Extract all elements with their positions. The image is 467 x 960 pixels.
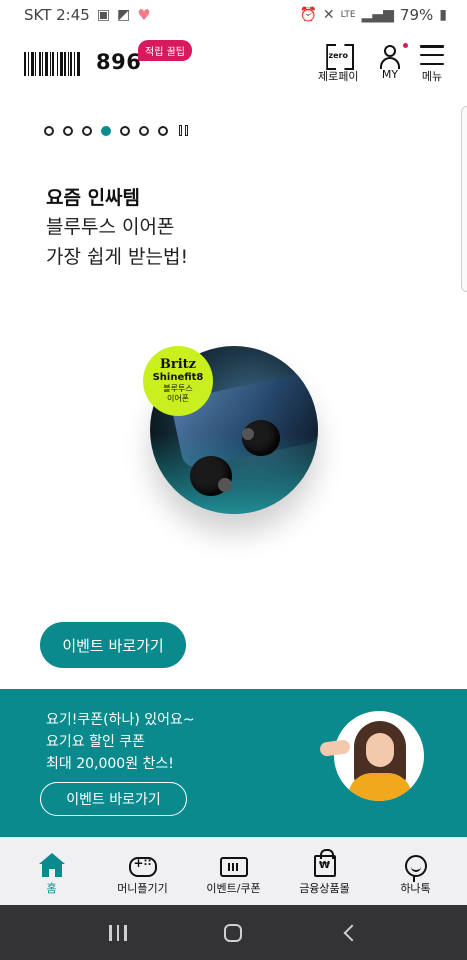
carousel-dot[interactable] — [101, 125, 111, 136]
mute-icon: ✕ — [322, 7, 335, 23]
gamepad-icon — [128, 856, 157, 877]
nav-item-finance-mall[interactable]: ₩ 금융상품몰 — [282, 847, 368, 896]
badge-model: Shinefit8 — [152, 372, 204, 383]
ticket-icon — [219, 856, 248, 877]
hamburger-icon — [420, 45, 444, 65]
back-icon — [343, 924, 361, 941]
chat-icon — [404, 854, 427, 882]
menu-label: 메뉴 — [421, 70, 443, 83]
slide-title: 요즘 인싸템 — [46, 187, 141, 209]
nav-label-money-play: 머니플기기 — [117, 881, 168, 895]
carousel-dot[interactable] — [63, 125, 73, 136]
bottom-nav: 홈 머니플기기 이벤트/쿠폰 ₩ 금융상품몰 하나톡 — [0, 837, 467, 905]
recents-icon — [109, 924, 127, 941]
home-icon — [38, 852, 65, 877]
slide-event-button[interactable]: 이벤트 바로가기 — [40, 622, 186, 668]
my-button[interactable]: MY — [378, 42, 408, 81]
nav-item-money-play[interactable]: 머니플기기 — [100, 847, 186, 896]
carousel-dot[interactable] — [82, 125, 92, 136]
heart-icon: ♥ — [137, 6, 151, 24]
nav-label-events: 이벤트/쿠폰 — [206, 881, 261, 895]
nav-item-events[interactable]: 이벤트/쿠폰 — [191, 847, 277, 896]
zero-pay-button[interactable]: zero 제로페이 — [318, 42, 358, 84]
slide-line-2: 가장 쉽게 받는법! — [46, 246, 189, 268]
alarm-icon: ⏰ — [299, 7, 317, 23]
promo-line-1: 요기!쿠폰(하나) 있어요~ — [46, 712, 195, 728]
system-nav-bar — [0, 905, 467, 960]
battery-level: 79% — [399, 6, 434, 24]
edge-panel-handle[interactable] — [461, 106, 467, 292]
zero-pay-label: 제로페이 — [318, 70, 359, 83]
badge-desc-2: 이어폰 — [166, 394, 190, 403]
status-bar: SKT 2:45 ▣ ◩ ♥ ⏰ ✕ LTE ▂▄▆ 79% ▮ — [0, 0, 467, 30]
carrier-time: SKT 2:45 — [24, 6, 90, 24]
app-header: 896 적립 꿀팁 zero 제로페이 MY 메뉴 — [0, 34, 467, 94]
status-right: ⏰ ✕ LTE ▂▄▆ 79% ▮ — [299, 6, 447, 24]
carousel-dot[interactable] — [120, 125, 130, 136]
nav-label-hana-talk: 하나톡 — [400, 881, 431, 895]
network-type: LTE — [340, 10, 356, 20]
promo-text: 요기!쿠폰(하나) 있어요~ 요기요 할인 쿠폰 최대 20,000원 찬스! — [46, 709, 195, 775]
promo-model-photo — [334, 711, 424, 801]
carousel-pager — [44, 125, 188, 136]
pause-icon[interactable] — [179, 125, 188, 136]
carousel-dot[interactable] — [139, 125, 149, 136]
shopping-bag-icon: ₩ — [313, 848, 336, 877]
nav-item-home[interactable]: 홈 — [9, 847, 95, 896]
badge-brand: Britz — [159, 357, 197, 372]
carousel-dot[interactable] — [44, 125, 54, 136]
menu-button[interactable]: 메뉴 — [420, 42, 444, 84]
recent-apps-button[interactable] — [98, 913, 138, 953]
battery-icon: ▮ — [439, 7, 447, 23]
points-tip-badge[interactable]: 적립 꿀팁 — [138, 40, 192, 61]
promo-banner[interactable]: 요기!쿠폰(하나) 있어요~ 요기요 할인 쿠폰 최대 20,000원 찬스! … — [0, 689, 467, 837]
signal-icon: ▂▄▆ — [361, 7, 394, 23]
slide-line-1: 블루투스 이어폰 — [46, 216, 175, 238]
notification-dot — [403, 43, 408, 48]
badge-desc-1: 블루투스 — [163, 384, 193, 393]
nav-label-home: 홈 — [46, 881, 57, 895]
zero-pay-icon: zero — [326, 44, 350, 66]
status-left: SKT 2:45 ▣ ◩ ♥ — [24, 6, 151, 24]
nav-label-finance-mall: 금융상품몰 — [299, 881, 350, 895]
promo-event-button[interactable]: 이벤트 바로가기 — [40, 782, 187, 816]
barcode-icon[interactable] — [24, 52, 88, 76]
slide-text: 요즘 인싸템 블루투스 이어폰 가장 쉽게 받는법! — [46, 184, 188, 272]
nav-item-hana-talk[interactable]: 하나톡 — [373, 847, 459, 896]
back-button[interactable] — [329, 913, 369, 953]
promo-line-2: 요기요 할인 쿠폰 — [46, 734, 146, 750]
carousel-dot[interactable] — [158, 125, 168, 136]
home-outline-icon — [224, 923, 243, 942]
product-badge: Britz Shinefit8 블루투스 이어폰 — [143, 346, 213, 416]
gallery-icon: ▣ — [96, 7, 111, 23]
points-balance[interactable]: 896 — [96, 50, 141, 74]
notification-icon: ◩ — [117, 7, 131, 23]
user-icon — [378, 43, 408, 69]
my-label: MY — [381, 68, 399, 81]
home-system-button[interactable] — [213, 913, 253, 953]
promo-line-3: 최대 20,000원 찬스! — [46, 756, 174, 772]
